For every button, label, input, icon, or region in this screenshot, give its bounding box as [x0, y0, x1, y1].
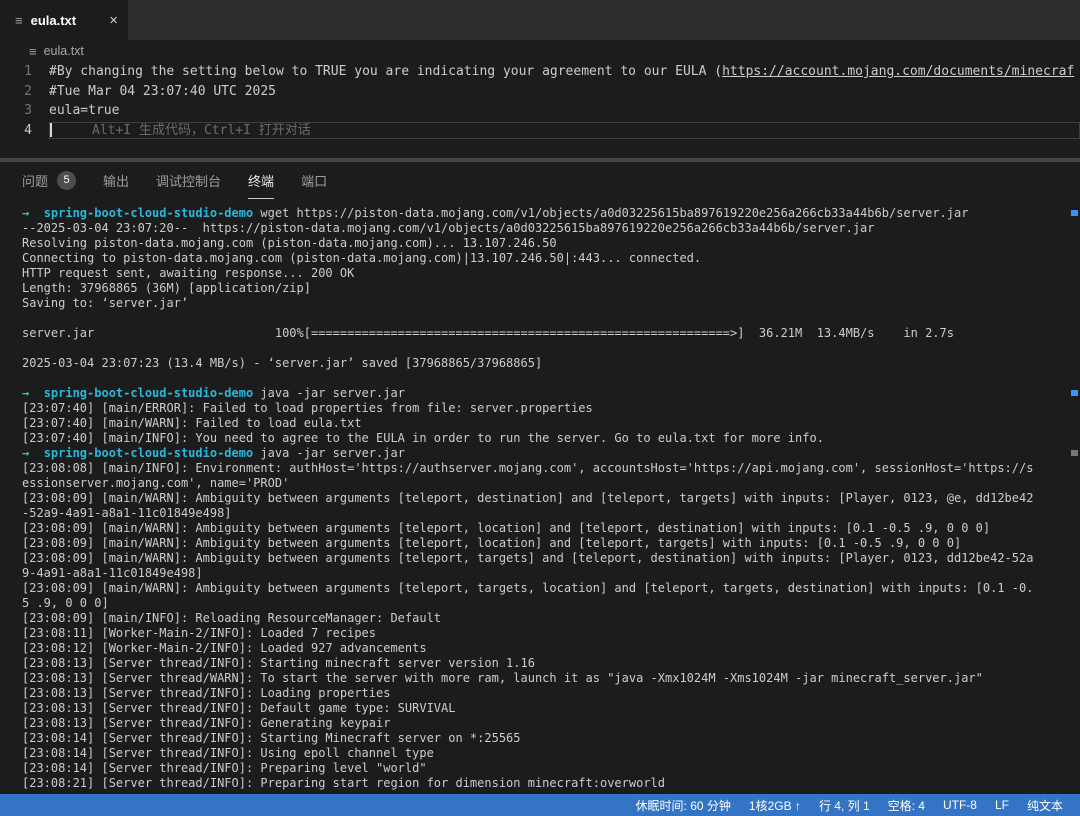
panel-tab-label: 输出	[103, 171, 129, 190]
terminal-line: [23:08:09] [main/WARN]: Ambiguity betwee…	[22, 521, 1080, 536]
terminal-line: [23:07:40] [main/ERROR]: Failed to load …	[22, 401, 1080, 416]
line-number: 2	[0, 82, 49, 102]
inline-chat-hint: Alt+I 生成代码，Ctrl+I 打开对话	[52, 121, 311, 141]
terminal-line: --2025-03-04 23:07:20-- https://piston-d…	[22, 221, 1080, 236]
terminal-line: 2025-03-04 23:07:23 (13.4 MB/s) - ‘serve…	[22, 356, 1080, 371]
status-bar-item[interactable]: 纯文本	[1018, 797, 1072, 814]
breadcrumb[interactable]: ≡ eula.txt	[0, 40, 1080, 62]
panel-tab-输出[interactable]: 输出	[103, 162, 129, 199]
prompt-cwd: spring-boot-cloud-studio-demo	[44, 446, 254, 460]
line-number: 1	[0, 62, 49, 82]
panel-tab-端口[interactable]: 端口	[301, 162, 327, 199]
editor-line-text: #By changing the setting below to TRUE y…	[49, 62, 1080, 82]
terminal-line: [23:07:40] [main/WARN]: Failed to load e…	[22, 416, 1080, 431]
terminal-line: [23:08:14] [Server thread/INFO]: Using e…	[22, 746, 1080, 761]
panel-tab-label: 问题	[22, 171, 48, 190]
tab-title: eula.txt	[31, 13, 77, 28]
status-bar-item[interactable]: 行 4, 列 1	[810, 797, 879, 814]
terminal-line	[22, 311, 1080, 326]
panel-tab-问题[interactable]: 问题 5	[22, 162, 76, 199]
editor-line: 2#Tue Mar 04 23:07:40 UTC 2025	[0, 82, 1080, 102]
problems-count-badge: 5	[57, 171, 76, 190]
prompt-gap	[29, 446, 43, 460]
terminal[interactable]: → spring-boot-cloud-studio-demo wget htt…	[0, 199, 1080, 794]
terminal-line: [23:08:09] [main/WARN]: Ambiguity betwee…	[22, 491, 1080, 506]
status-bar-item[interactable]: UTF-8	[934, 798, 986, 812]
prompt-gap	[29, 206, 43, 220]
terminal-line: [23:07:40] [main/INFO]: You need to agre…	[22, 431, 1080, 446]
terminal-line: HTTP request sent, awaiting response... …	[22, 266, 1080, 281]
prompt-gap	[29, 386, 43, 400]
prompt-cwd: spring-boot-cloud-studio-demo	[44, 386, 254, 400]
breadcrumb-file-icon: ≡	[29, 44, 37, 59]
overview-ruler-mark	[1071, 390, 1078, 396]
terminal-line: [23:08:08] [main/INFO]: Environment: aut…	[22, 461, 1080, 476]
terminal-line: [23:08:21] [Server thread/INFO]: Prepari…	[22, 776, 1080, 791]
status-bar-item[interactable]: 休眠时间: 60 分钟	[627, 797, 740, 814]
editor-line: 1#By changing the setting below to TRUE …	[0, 62, 1080, 82]
bottom-panel: 问题 5 输出 调试控制台 终端 端口 → spring-boot-cloud-studi…	[0, 162, 1080, 794]
text-file-icon: ≡	[15, 13, 23, 28]
editor-line-text: eula=true	[49, 101, 1080, 121]
terminal-line: [23:08:13] [Server thread/INFO]: Default…	[22, 701, 1080, 716]
terminal-line: Saving to: ‘server.jar’	[22, 296, 1080, 311]
tab-eula-txt[interactable]: ≡ eula.txt ×	[0, 0, 128, 40]
command-text: java -jar server.jar	[253, 446, 405, 460]
panel-tab-调试控制台[interactable]: 调试控制台	[156, 162, 221, 199]
terminal-line: essionserver.mojang.com', name='PROD'	[22, 476, 1080, 491]
tab-close-icon[interactable]: ×	[109, 12, 118, 29]
eula-url-link[interactable]: https://account.mojang.com/documents/min…	[722, 64, 1074, 79]
command-text: wget https://piston-data.mojang.com/v1/o…	[253, 206, 968, 220]
command-text: java -jar server.jar	[253, 386, 405, 400]
editor-lines: 1#By changing the setting below to TRUE …	[0, 62, 1080, 140]
app-window: ≡ eula.txt × ≡ eula.txt 1#By changing th…	[0, 0, 1080, 816]
terminal-line	[22, 341, 1080, 356]
terminal-line: -52a9-4a91-a8a1-11c01849e498]	[22, 506, 1080, 521]
terminal-line: [23:08:13] [Server thread/WARN]: To star…	[22, 671, 1080, 686]
panel-tab-bar: 问题 5 输出 调试控制台 终端 端口	[0, 162, 1080, 199]
terminal-line: [23:08:13] [Server thread/INFO]: Startin…	[22, 656, 1080, 671]
terminal-line: [23:08:11] [Worker-Main-2/INFO]: Loaded …	[22, 626, 1080, 641]
terminal-line: 5 .9, 0 0 0]	[22, 596, 1080, 611]
terminal-line: Connecting to piston-data.mojang.com (pi…	[22, 251, 1080, 266]
editor-line: 4Alt+I 生成代码，Ctrl+I 打开对话	[0, 121, 1080, 141]
terminal-line: [23:08:12] [Worker-Main-2/INFO]: Loaded …	[22, 641, 1080, 656]
editor-tab-bar: ≡ eula.txt ×	[0, 0, 1080, 40]
terminal-command-line: → spring-boot-cloud-studio-demo wget htt…	[22, 206, 1080, 221]
terminal-line: server.jar 100%[========================…	[22, 326, 1080, 341]
terminal-line: [23:08:14] [Server thread/INFO]: Prepari…	[22, 761, 1080, 776]
status-bar-item[interactable]: 1核2GB ↑	[740, 797, 810, 814]
terminal-line: [23:08:09] [main/WARN]: Ambiguity betwee…	[22, 551, 1080, 566]
status-bar: 休眠时间: 60 分钟1核2GB ↑行 4, 列 1空格: 4UTF-8LF纯文…	[0, 794, 1080, 816]
panel-tab-终端[interactable]: 终端	[248, 162, 274, 199]
terminal-command-line: → spring-boot-cloud-studio-demo java -ja…	[22, 386, 1080, 401]
terminal-line: [23:08:09] [main/WARN]: Ambiguity betwee…	[22, 536, 1080, 551]
panel-tab-label: 调试控制台	[156, 171, 221, 190]
line-number: 3	[0, 101, 49, 121]
editor-line-text: #Tue Mar 04 23:07:40 UTC 2025	[49, 82, 1080, 102]
terminal-line: 9-4a91-a8a1-11c01849e498]	[22, 566, 1080, 581]
panel-tab-label: 端口	[301, 171, 327, 190]
prompt-cwd: spring-boot-cloud-studio-demo	[44, 206, 254, 220]
editor[interactable]: 1#By changing the setting below to TRUE …	[0, 62, 1080, 162]
status-bar-item[interactable]: LF	[986, 798, 1018, 812]
status-bar-item[interactable]: 空格: 4	[879, 797, 934, 814]
overview-ruler-mark	[1071, 450, 1078, 456]
panel-tab-label: 终端	[248, 171, 274, 190]
current-line-highlight: Alt+I 生成代码，Ctrl+I 打开对话	[49, 122, 1080, 140]
editor-line: 3eula=true	[0, 101, 1080, 121]
terminal-line: [23:08:09] [main/WARN]: Ambiguity betwee…	[22, 581, 1080, 596]
terminal-line: [23:08:13] [Server thread/INFO]: Loading…	[22, 686, 1080, 701]
terminal-line: Resolving piston-data.mojang.com (piston…	[22, 236, 1080, 251]
terminal-command-line: → spring-boot-cloud-studio-demo java -ja…	[22, 446, 1080, 461]
terminal-line: [23:08:09] [main/INFO]: Reloading Resour…	[22, 611, 1080, 626]
terminal-line: Length: 37968865 (36M) [application/zip]	[22, 281, 1080, 296]
terminal-line: [23:08:13] [Server thread/INFO]: Generat…	[22, 716, 1080, 731]
line-number: 4	[0, 121, 49, 141]
terminal-line	[22, 371, 1080, 386]
breadcrumb-filename: eula.txt	[44, 44, 84, 58]
code-text: #By changing the setting below to TRUE y…	[49, 64, 722, 79]
terminal-line: [23:08:14] [Server thread/INFO]: Startin…	[22, 731, 1080, 746]
overview-ruler-mark	[1071, 210, 1078, 216]
